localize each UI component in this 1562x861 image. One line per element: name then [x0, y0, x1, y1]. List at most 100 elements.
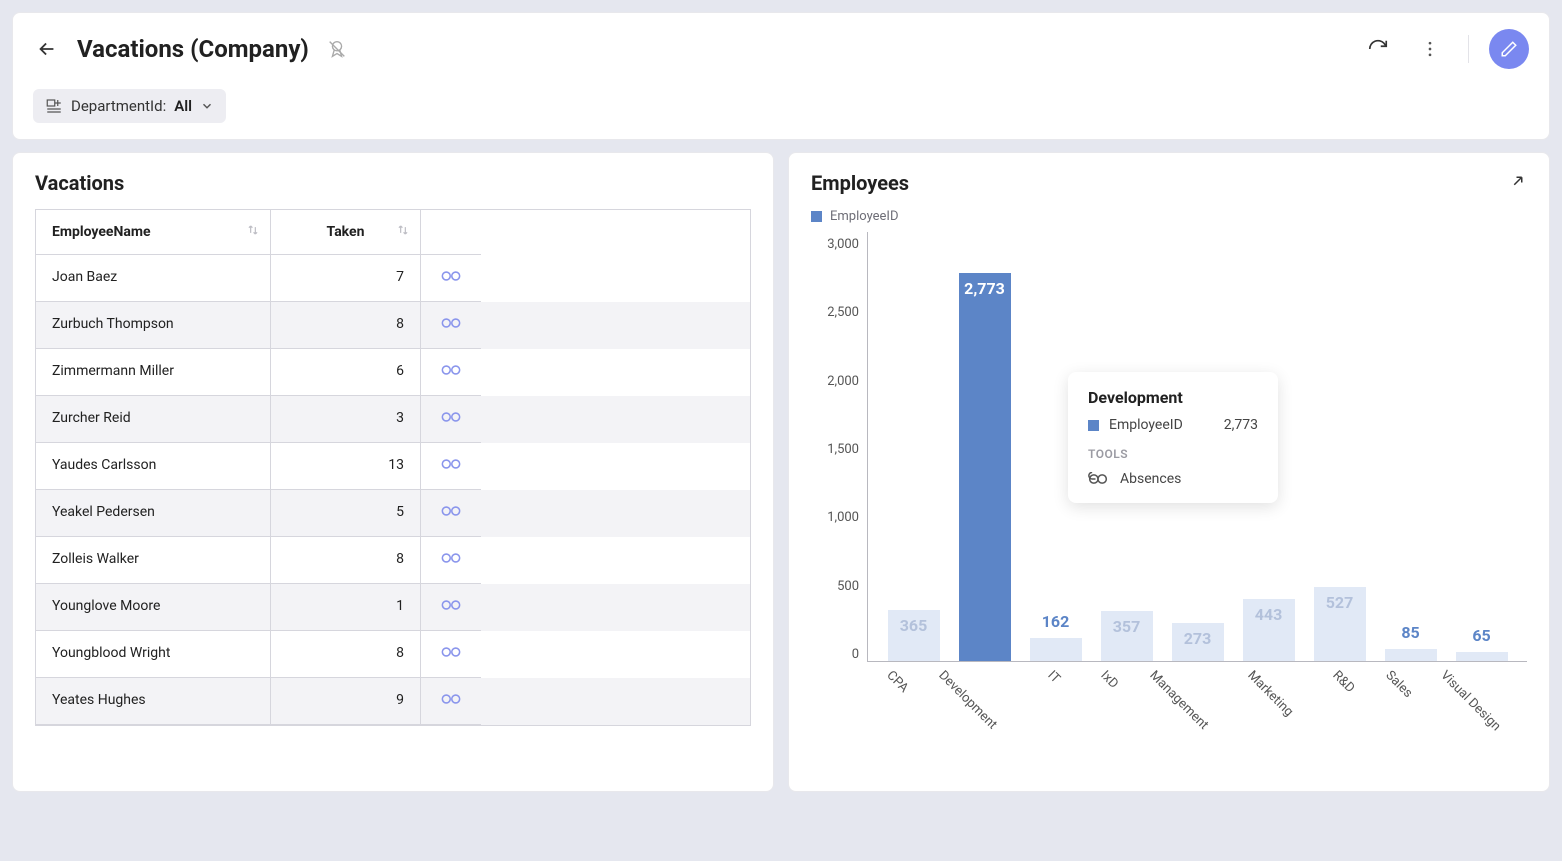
- tooltip-metric: EmployeeID: [1109, 417, 1183, 433]
- link-icon: [440, 692, 462, 706]
- cell-link[interactable]: [421, 443, 481, 490]
- chart-bar[interactable]: 162: [1030, 638, 1082, 661]
- cell-link[interactable]: [421, 537, 481, 584]
- table-body: Joan Baez7Zurbuch Thompson8Zimmermann Mi…: [36, 255, 750, 725]
- table-row[interactable]: Zimmermann Miller6: [36, 349, 750, 396]
- panels-row: Vacations EmployeeName Taken Joan: [12, 152, 1550, 792]
- vacations-table: EmployeeName Taken Joan Baez7Zurbuch Tho…: [35, 209, 751, 726]
- table-row[interactable]: Yeates Hughes9: [36, 678, 750, 725]
- cell-taken: 5: [271, 490, 421, 537]
- sort-icon: [246, 223, 260, 241]
- table-row[interactable]: Joan Baez7: [36, 255, 750, 302]
- expand-button[interactable]: [1509, 172, 1527, 194]
- tooltip-link-label: Absences: [1120, 471, 1181, 487]
- cell-taken: 9: [271, 678, 421, 725]
- legend-label: EmployeeID: [830, 209, 899, 224]
- y-tick: 2,000: [827, 374, 859, 389]
- x-axis: CPADevelopmentITIxDManagementMarketingR&…: [867, 668, 1527, 683]
- table-row[interactable]: Younglove Moore1: [36, 584, 750, 631]
- x-tick: CPA: [867, 668, 924, 683]
- chart-bar[interactable]: 443: [1243, 599, 1295, 661]
- cell-taken: 6: [271, 349, 421, 396]
- cell-link[interactable]: [421, 255, 481, 302]
- chart-bar[interactable]: 357: [1101, 611, 1153, 661]
- tooltip-title: Development: [1088, 388, 1258, 407]
- edit-button[interactable]: [1489, 29, 1529, 69]
- tooltip-value: 2,773: [1224, 417, 1258, 433]
- table-row[interactable]: Zurcher Reid3: [36, 396, 750, 443]
- cell-name: Joan Baez: [36, 255, 271, 302]
- cell-name: Zimmermann Miller: [36, 349, 271, 396]
- chart-bar[interactable]: 85: [1385, 649, 1437, 661]
- cell-name: Yaudes Carlsson: [36, 443, 271, 490]
- link-icon: [440, 645, 462, 659]
- tooltip-link-absences[interactable]: Absences: [1088, 471, 1258, 487]
- chart-bar[interactable]: 527: [1314, 587, 1366, 661]
- y-axis: 3,0002,5002,0001,5001,0005000: [811, 232, 859, 662]
- column-header-name[interactable]: EmployeeName: [36, 210, 271, 255]
- bar-value-label: 365: [900, 616, 928, 635]
- chart-tooltip: Development EmployeeID 2,773 TOOLS Absen…: [1068, 372, 1278, 503]
- x-tick: Visual Design: [1426, 668, 1527, 683]
- filter-label: DepartmentId:: [71, 97, 166, 115]
- y-tick: 500: [837, 579, 859, 594]
- cell-taken: 1: [271, 584, 421, 631]
- page-title: Vacations (Company): [77, 35, 309, 63]
- cell-name: Yeakel Pedersen: [36, 490, 271, 537]
- refresh-button[interactable]: [1360, 31, 1396, 67]
- bar-wrap: 162: [1020, 638, 1091, 661]
- bar-value-label: 162: [1042, 612, 1070, 631]
- cell-taken: 8: [271, 537, 421, 584]
- chart-plot[interactable]: 365 2,773 162 357 273 443 527 85 65 Development …: [867, 232, 1527, 662]
- chart-bar[interactable]: 2,773: [959, 273, 1011, 661]
- link-icon: [440, 598, 462, 612]
- award-icon: [325, 37, 349, 61]
- bar-value-label: 273: [1184, 629, 1212, 648]
- column-header-taken[interactable]: Taken: [271, 210, 421, 255]
- cell-taken: 8: [271, 631, 421, 678]
- cell-link[interactable]: [421, 631, 481, 678]
- table-row[interactable]: Yeakel Pedersen5: [36, 490, 750, 537]
- y-tick: 0: [852, 647, 859, 662]
- link-icon: [440, 363, 462, 377]
- chart-bar[interactable]: 273: [1172, 623, 1224, 661]
- back-button[interactable]: [33, 35, 61, 63]
- cell-link[interactable]: [421, 396, 481, 443]
- chart-legend: EmployeeID: [811, 209, 1527, 224]
- more-button[interactable]: [1412, 31, 1448, 67]
- tooltip-row: EmployeeID 2,773: [1088, 417, 1258, 433]
- link-icon: [440, 504, 462, 518]
- tooltip-tools-label: TOOLS: [1088, 447, 1258, 461]
- filter-chip-department[interactable]: DepartmentId: All: [33, 89, 226, 123]
- bar-wrap: 273: [1162, 623, 1233, 661]
- cell-link[interactable]: [421, 490, 481, 537]
- cell-name: Younglove Moore: [36, 584, 271, 631]
- bar-wrap: 527: [1304, 587, 1375, 661]
- legend-color-box: [1088, 420, 1099, 431]
- bar-wrap: 443: [1233, 599, 1304, 661]
- cell-name: Zurcher Reid: [36, 396, 271, 443]
- chart-bar[interactable]: 365: [888, 610, 940, 661]
- employees-title: Employees: [811, 171, 909, 195]
- cell-link[interactable]: [421, 349, 481, 396]
- bar-wrap: 65: [1446, 652, 1517, 661]
- bar-value-label: 2,773: [964, 279, 1005, 298]
- table-row[interactable]: Zurbuch Thompson8: [36, 302, 750, 349]
- y-tick: 1,500: [827, 442, 859, 457]
- x-tick: Marketing: [1233, 668, 1313, 683]
- table-row[interactable]: Youngblood Wright8: [36, 631, 750, 678]
- y-tick: 2,500: [827, 305, 859, 320]
- cell-link[interactable]: [421, 678, 481, 725]
- cell-link[interactable]: [421, 302, 481, 349]
- table-row[interactable]: Zolleis Walker8: [36, 537, 750, 584]
- bar-value-label: 527: [1326, 593, 1354, 612]
- link-icon: [1088, 472, 1108, 486]
- divider: [1468, 35, 1469, 63]
- x-tick: Development: [924, 668, 1022, 683]
- vacations-title: Vacations: [35, 171, 124, 195]
- chart-bar[interactable]: 65: [1456, 652, 1508, 661]
- cell-taken: 7: [271, 255, 421, 302]
- bar-value-label: 65: [1472, 626, 1490, 645]
- cell-link[interactable]: [421, 584, 481, 631]
- table-row[interactable]: Yaudes Carlsson13: [36, 443, 750, 490]
